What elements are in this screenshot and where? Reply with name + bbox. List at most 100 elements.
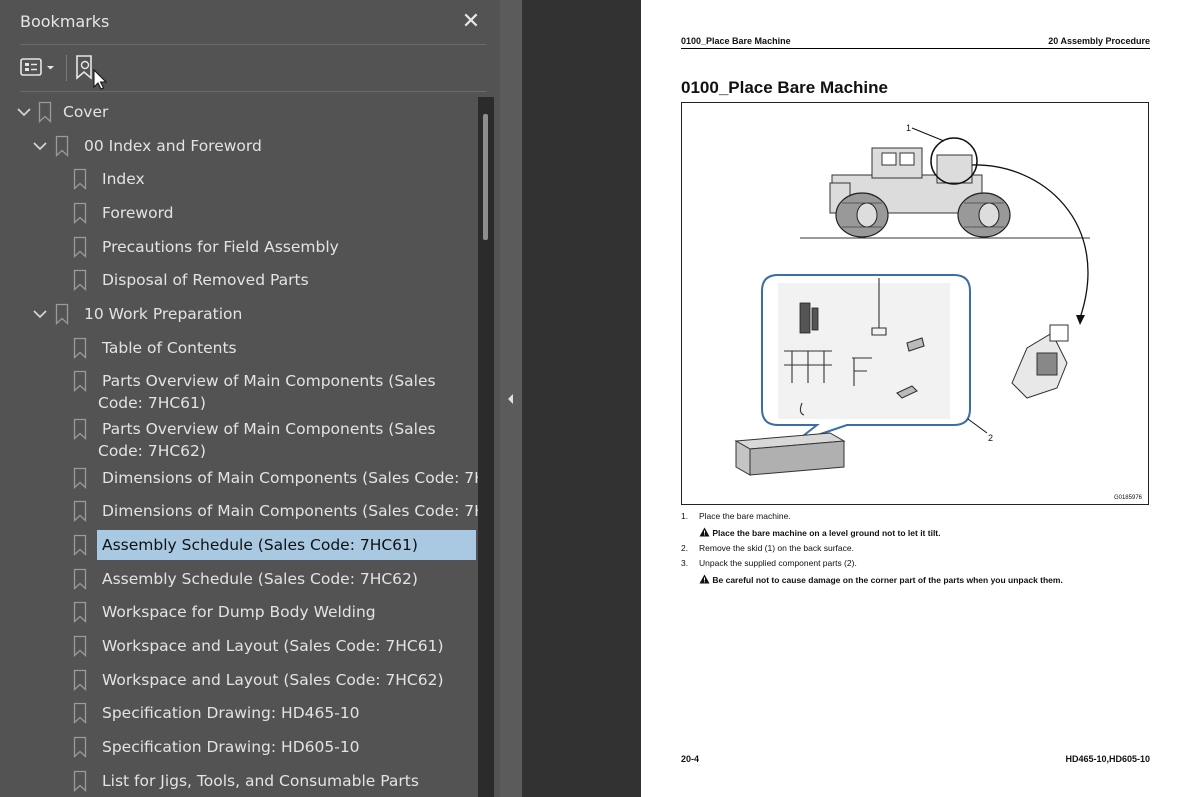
bookmark-icon bbox=[73, 337, 87, 359]
bookmark-options-button[interactable] bbox=[20, 56, 60, 80]
bookmark-label: Workspace for Dump Body Welding bbox=[102, 603, 376, 621]
bookmark-label: Workspace and Layout (Sales Code: 7HC61) bbox=[102, 637, 444, 655]
bookmark-options-icon bbox=[20, 58, 54, 76]
figure: 1 2 G0185976 bbox=[681, 102, 1149, 505]
chevron-down-icon[interactable] bbox=[32, 138, 48, 154]
warning-text: Be careful not to cause damage on the co… bbox=[712, 575, 1063, 585]
chevron-down-icon[interactable] bbox=[32, 306, 48, 322]
bookmark-icon bbox=[73, 568, 87, 590]
bookmark-item[interactable]: Index bbox=[0, 164, 478, 197]
bookmark-label: Dimensions of Main Components (Sales Cod… bbox=[102, 502, 478, 520]
bookmark-icon bbox=[73, 269, 87, 291]
close-icon: ✕ bbox=[461, 8, 481, 33]
chevron-left-icon bbox=[508, 394, 513, 404]
bookmark-icon bbox=[73, 370, 87, 392]
panel-title: Bookmarks bbox=[20, 12, 110, 31]
bookmark-icon bbox=[73, 236, 87, 258]
bookmark-label: Workspace and Layout (Sales Code: 7HC62) bbox=[102, 671, 444, 689]
bookmark-item[interactable]: Workspace and Layout (Sales Code: 7HC62) bbox=[0, 665, 478, 698]
bookmark-icon bbox=[55, 135, 69, 157]
bookmark-item[interactable]: Workspace and Layout (Sales Code: 7HC61) bbox=[0, 631, 478, 664]
bookmark-item[interactable]: Specification Drawing: HD465-10 bbox=[0, 698, 478, 731]
bookmark-icon bbox=[73, 736, 87, 758]
step-number: 1. bbox=[681, 511, 689, 521]
bookmark-label: Precautions for Field Assembly bbox=[102, 238, 339, 256]
bookmark-tree: Cover 00 Index and Foreword Index Foreword P… bbox=[0, 97, 478, 797]
bookmark-item[interactable]: Dimensions of Main Components (Sales Cod… bbox=[0, 496, 478, 529]
bookmark-item[interactable]: Cover bbox=[0, 97, 478, 130]
bookmarks-panel: Bookmarks ✕ Cover 00 Index and Foreword … bbox=[0, 0, 500, 797]
figure-code: G0185976 bbox=[1113, 495, 1142, 501]
bookmark-item[interactable]: Specification Drawing: HD605-10 bbox=[0, 732, 478, 765]
bookmark-label: Dimensions of Main Components (Sales Cod… bbox=[102, 469, 478, 487]
bookmark-item[interactable]: Workspace for Dump Body Welding bbox=[0, 597, 478, 630]
chevron-down-icon[interactable] bbox=[16, 104, 32, 120]
header-rule bbox=[681, 48, 1150, 49]
close-panel-button[interactable]: ✕ bbox=[458, 7, 484, 35]
page-header-right: 20 Assembly Procedure bbox=[1048, 36, 1150, 46]
warning-note: Be careful not to cause damage on the co… bbox=[699, 574, 1063, 585]
bookmark-icon bbox=[73, 168, 87, 190]
page-heading: 0100_Place Bare Machine bbox=[681, 78, 888, 97]
document-page: 0100_Place Bare Machine 20 Assembly Proc… bbox=[641, 0, 1200, 797]
panel-header: Bookmarks ✕ bbox=[0, 0, 500, 44]
bookmark-icon bbox=[55, 303, 69, 325]
bookmark-item[interactable]: Disposal of Removed Parts bbox=[0, 265, 478, 298]
bookmark-icon bbox=[73, 202, 87, 224]
bookmark-label: Cover bbox=[63, 103, 109, 121]
bookmark-item[interactable]: 00 Index and Foreword bbox=[0, 131, 478, 164]
bookmark-icon bbox=[73, 418, 87, 440]
bookmark-label: Parts Overview of Main Components (Sales… bbox=[98, 420, 436, 460]
bookmark-item[interactable]: Assembly Schedule (Sales Code: 7HC62) bbox=[0, 564, 478, 597]
step-text: Unpack the supplied component parts (2). bbox=[699, 558, 857, 568]
bookmarks-toolbar bbox=[0, 45, 500, 91]
divider bbox=[20, 91, 486, 92]
bookmark-label: Index bbox=[102, 170, 145, 188]
bookmark-icon bbox=[73, 500, 87, 522]
step-text: Place the bare machine. bbox=[699, 511, 791, 521]
bookmark-item[interactable]: Table of Contents bbox=[0, 333, 478, 366]
toolbar-separator bbox=[66, 55, 67, 81]
bookmark-label: Foreword bbox=[102, 204, 174, 222]
bookmark-label: Table of Contents bbox=[102, 339, 237, 357]
bookmark-icon bbox=[73, 635, 87, 657]
bookmark-item[interactable]: Parts Overview of Main Components (Sales… bbox=[0, 366, 478, 414]
bookmark-item[interactable]: List for Jigs, Tools, and Consumable Par… bbox=[0, 766, 478, 797]
collapse-panel-button[interactable] bbox=[505, 391, 517, 407]
figure-callout-2: 2 bbox=[988, 433, 994, 443]
bookmark-label: Assembly Schedule (Sales Code: 7HC62) bbox=[102, 570, 418, 588]
bookmark-label: 10 Work Preparation bbox=[84, 305, 243, 323]
bookmark-icon bbox=[73, 669, 87, 691]
bookmark-icon bbox=[38, 101, 52, 123]
add-bookmark-button[interactable] bbox=[74, 54, 114, 90]
bookmark-label: Parts Overview of Main Components (Sales… bbox=[98, 372, 436, 412]
bookmark-icon bbox=[73, 467, 87, 489]
bookmark-item[interactable]: Precautions for Field Assembly bbox=[0, 232, 478, 265]
step-number: 2. bbox=[681, 543, 689, 553]
warning-triangle-icon bbox=[699, 527, 710, 537]
page-header-left: 0100_Place Bare Machine bbox=[681, 36, 791, 46]
bookmark-item[interactable]: Parts Overview of Main Components (Sales… bbox=[0, 414, 478, 462]
step-text: Remove the skid (1) on the back surface. bbox=[699, 543, 854, 553]
bookmark-icon bbox=[73, 702, 87, 724]
bookmark-label: Disposal of Removed Parts bbox=[102, 271, 309, 289]
bookmark-item[interactable]: Dimensions of Main Components (Sales Cod… bbox=[0, 463, 478, 496]
bookmark-item[interactable]: Foreword bbox=[0, 198, 478, 231]
warning-text: Place the bare machine on a level ground… bbox=[712, 528, 941, 538]
bookmark-label: Assembly Schedule (Sales Code: 7HC61) bbox=[102, 536, 418, 554]
bookmark-icon bbox=[73, 770, 87, 792]
machine-illustration bbox=[734, 127, 1090, 476]
add-bookmark-icon bbox=[76, 55, 108, 90]
bookmark-icon bbox=[73, 534, 87, 556]
page-footer-left: 20-4 bbox=[681, 754, 700, 764]
bookmark-item[interactable]: 10 Work Preparation bbox=[0, 299, 478, 332]
bookmark-item[interactable]: Assembly Schedule (Sales Code: 7HC61) bbox=[0, 530, 478, 563]
scrollbar-thumb[interactable] bbox=[483, 114, 488, 240]
figure-callout-1: 1 bbox=[906, 123, 912, 133]
step-number: 3. bbox=[681, 558, 689, 568]
bookmark-label: Specification Drawing: HD465-10 bbox=[102, 704, 360, 722]
bookmark-label: Specification Drawing: HD605-10 bbox=[102, 738, 360, 756]
page-footer-right: HD465-10,HD605-10 bbox=[1065, 754, 1150, 764]
warning-triangle-icon bbox=[699, 574, 710, 584]
bookmark-icon bbox=[73, 601, 87, 623]
